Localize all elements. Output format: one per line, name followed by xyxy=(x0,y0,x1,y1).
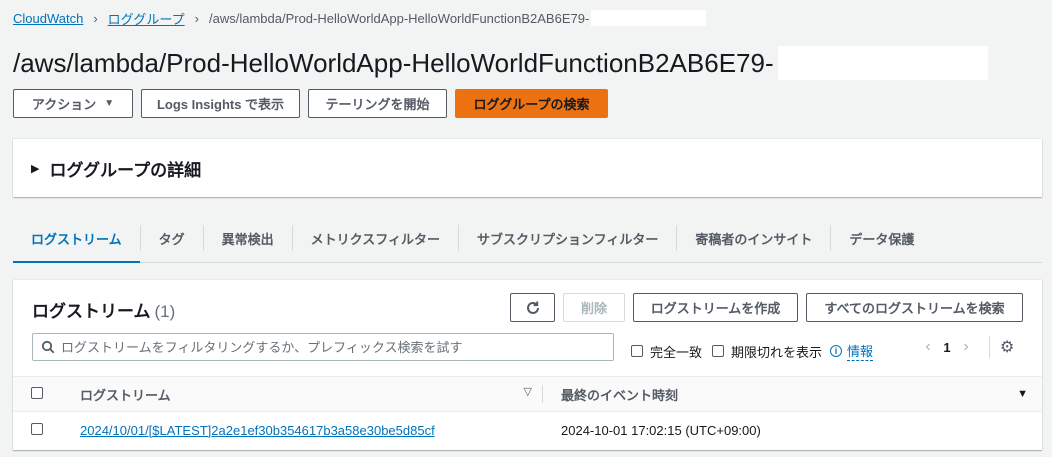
chevron-right-icon[interactable]: › xyxy=(957,338,975,356)
tab-label: 寄稿者のインサイト xyxy=(695,231,813,247)
tab-label: データ保護 xyxy=(849,231,915,247)
tab-bar: ログストリーム タグ 異常検出 メトリクスフィルター サブスクリプションフィルタ… xyxy=(13,214,1042,263)
info-label: 情報 xyxy=(847,341,874,361)
logs-insights-button[interactable]: Logs Insights で表示 xyxy=(141,89,300,118)
column-label: 最終のイベント時刻 xyxy=(561,387,679,403)
exact-match-option: 完全一致 xyxy=(631,342,702,361)
log-streams-panel: ログストリーム (1) 削除 ログストリームを作成 すべてのログストリームを検索 … xyxy=(13,280,1042,450)
tab-label: メトリクスフィルター xyxy=(310,231,441,247)
tab-label: 異常検出 xyxy=(221,231,274,247)
show-expired-option: 期限切れを表示 xyxy=(712,342,822,361)
column-last-event-time[interactable]: 最終のイベント時刻 ▼ xyxy=(542,385,1042,403)
pager-divider xyxy=(989,336,990,358)
page-title-wrap: /aws/lambda/Prod-HelloWorldApp-HelloWorl… xyxy=(13,46,988,80)
stream-count: (1) xyxy=(154,302,176,321)
delete-button[interactable]: 削除 xyxy=(563,293,625,322)
actions-dropdown-button[interactable]: アクション ▼ xyxy=(13,89,133,118)
chevron-left-icon[interactable]: ‹ xyxy=(919,338,937,356)
search-log-group-button[interactable]: ロググループの検索 xyxy=(455,89,608,118)
page-title: /aws/lambda/Prod-HelloWorldApp-HelloWorl… xyxy=(13,47,774,78)
caret-down-icon: ▼ xyxy=(104,98,115,109)
log-stream-filter-input[interactable] xyxy=(61,339,613,355)
breadcrumb-log-groups[interactable]: ロググループ xyxy=(108,9,185,28)
row-checkbox[interactable] xyxy=(31,422,43,435)
actions-label: アクション xyxy=(31,97,97,112)
panel-button-group: 削除 ログストリームを作成 すべてのログストリームを検索 xyxy=(510,293,1023,322)
tab-label: タグ xyxy=(158,231,185,247)
tab-anomaly-detection[interactable]: 異常検出 xyxy=(204,214,292,262)
info-link[interactable]: i 情報 xyxy=(830,341,874,361)
table-header: ログストリーム ▽ 最終のイベント時刻 ▼ xyxy=(13,376,1042,412)
search-all-log-streams-button[interactable]: すべてのログストリームを検索 xyxy=(806,293,1023,322)
tab-metric-filters[interactable]: メトリクスフィルター xyxy=(293,214,458,262)
details-label: ロググループの詳細 xyxy=(49,160,202,180)
search-box xyxy=(32,333,614,361)
refresh-button[interactable] xyxy=(510,293,555,322)
breadcrumb: CloudWatch › ロググループ › /aws/lambda/Prod-H… xyxy=(13,9,707,28)
tab-log-streams[interactable]: ログストリーム xyxy=(13,214,140,263)
panel-title: ログストリーム (1) xyxy=(32,297,175,322)
select-all-checkbox[interactable] xyxy=(31,386,43,399)
info-icon: i xyxy=(830,345,843,357)
show-expired-label: 期限切れを表示 xyxy=(731,344,823,360)
filter-options: 完全一致 期限切れを表示 i 情報 xyxy=(631,341,874,361)
column-log-stream[interactable]: ログストリーム ▽ xyxy=(80,385,542,404)
gear-icon[interactable]: ⚙ xyxy=(1000,337,1014,357)
exact-match-checkbox[interactable] xyxy=(631,345,643,357)
header-select-cell xyxy=(13,386,80,402)
panel-title-text: ログストリーム xyxy=(32,302,151,321)
sort-down-icon: ▽ xyxy=(523,385,532,398)
refresh-icon xyxy=(526,301,539,314)
breadcrumb-current: /aws/lambda/Prod-HelloWorldApp-HelloWorl… xyxy=(208,10,590,26)
chevron-right-icon: › xyxy=(93,10,98,26)
show-expired-checkbox[interactable] xyxy=(712,345,725,357)
start-tailing-button[interactable]: テーリングを開始 xyxy=(308,89,447,118)
tab-contributor-insights[interactable]: 寄稿者のインサイト xyxy=(677,214,830,262)
tab-data-protection[interactable]: データ保護 xyxy=(831,214,932,262)
exact-match-label: 完全一致 xyxy=(650,344,703,360)
log-stream-link[interactable]: 2024/10/01/[$LATEST]2a2e1ef30b354617b3a5… xyxy=(80,423,435,438)
chevron-right-icon: › xyxy=(194,10,199,26)
caret-right-icon: ▶ xyxy=(31,162,40,175)
redacted-area xyxy=(591,10,707,26)
row-select-cell xyxy=(13,422,80,438)
tab-label: ログストリーム xyxy=(31,231,122,247)
log-group-details-toggle[interactable]: ▶ ロググループの詳細 xyxy=(13,139,1042,197)
column-label: ログストリーム xyxy=(80,387,171,403)
search-icon xyxy=(41,340,55,354)
tab-subscription-filters[interactable]: サブスクリプションフィルター xyxy=(459,214,676,262)
tab-label: サブスクリプションフィルター xyxy=(477,231,659,247)
last-event-time-cell: 2024-10-01 17:02:15 (UTC+09:00) xyxy=(561,422,761,438)
redacted-area xyxy=(777,46,988,80)
create-log-stream-button[interactable]: ログストリームを作成 xyxy=(633,293,798,322)
breadcrumb-cloudwatch[interactable]: CloudWatch xyxy=(13,11,83,26)
tab-tags[interactable]: タグ xyxy=(141,214,203,262)
pagination: ‹ 1 › ⚙ xyxy=(919,336,1014,358)
action-bar: アクション ▼ Logs Insights で表示 テーリングを開始 ロググルー… xyxy=(13,89,608,118)
table-row: 2024/10/01/[$LATEST]2a2e1ef30b354617b3a5… xyxy=(13,412,1042,448)
log-stream-cell: 2024/10/01/[$LATEST]2a2e1ef30b354617b3a5… xyxy=(80,423,561,438)
sort-desc-icon: ▼ xyxy=(1017,388,1028,400)
page-number[interactable]: 1 xyxy=(937,340,957,355)
